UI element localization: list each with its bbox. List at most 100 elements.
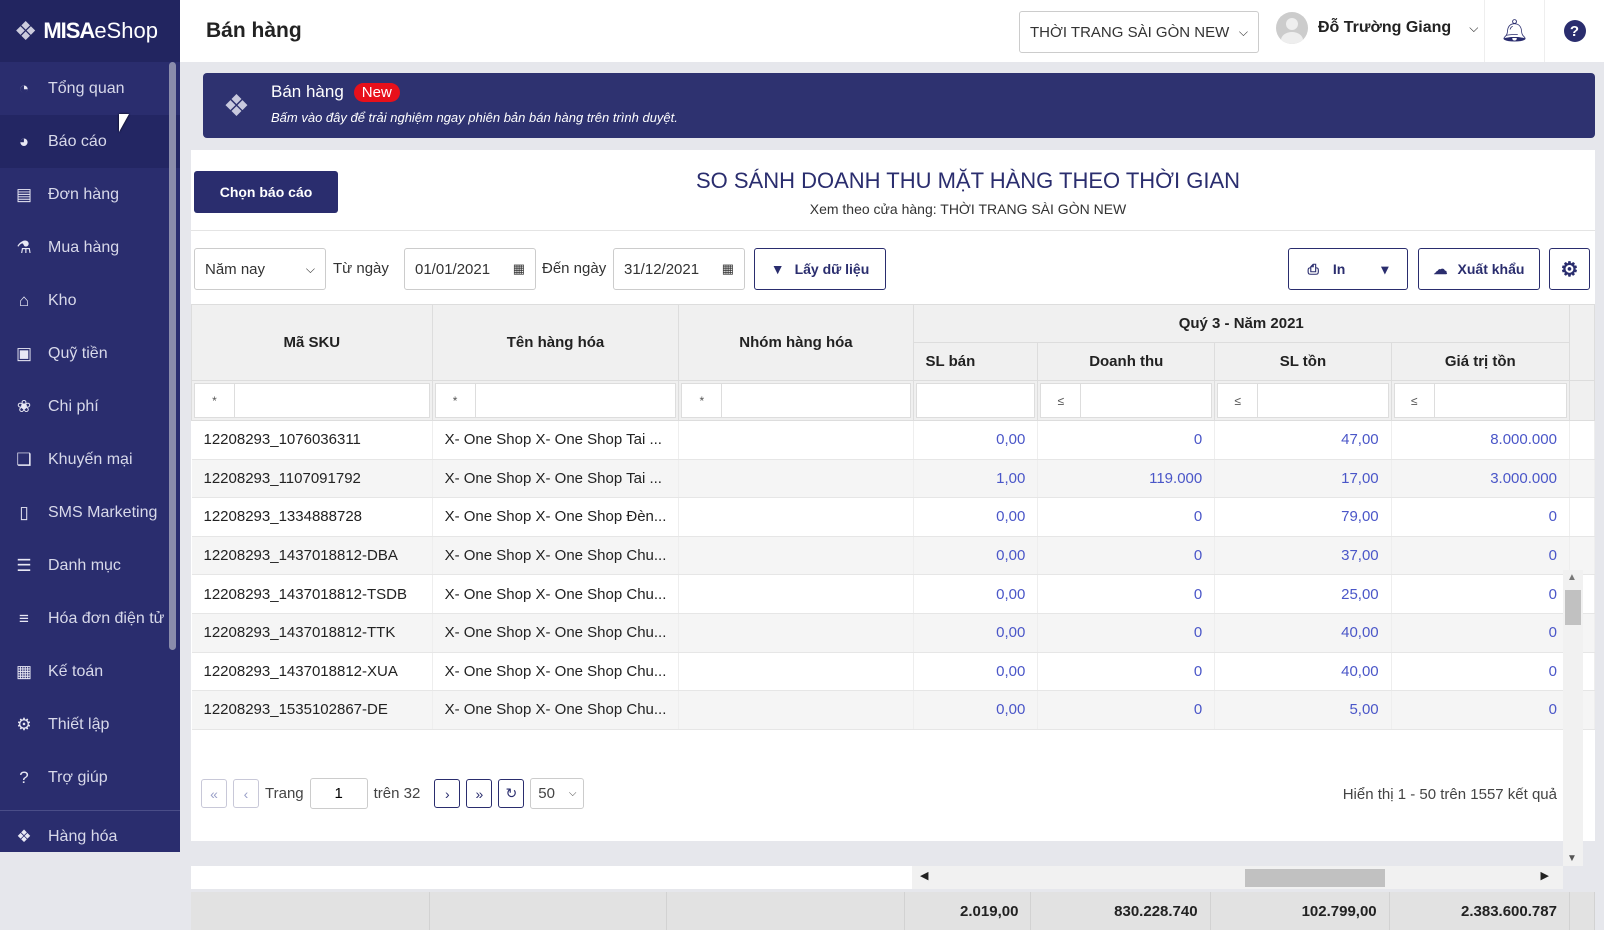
cell-revenue: 0	[1037, 613, 1216, 653]
next-page-button[interactable]: ›	[434, 779, 461, 808]
prev-page-button[interactable]: ‹	[233, 779, 259, 808]
sidebar-item-label: Trợ giúp	[48, 768, 108, 786]
last-page-button[interactable]: »	[466, 779, 493, 808]
settings-button[interactable]: ⚙	[1549, 248, 1590, 290]
sidebar-item-0[interactable]: ◔ Tổng quan	[0, 62, 180, 115]
sidebar-item-9[interactable]: ☰ Danh mục	[0, 539, 180, 592]
grid-spacer	[191, 866, 912, 889]
sidebar-item-11[interactable]: ▦ Kế toán	[0, 645, 180, 698]
new-sales-banner[interactable]: ❖ Bán hàng New Bấm vào đây để trải nghiệm…	[203, 73, 1595, 138]
logo[interactable]: ❖ MISAeShop	[0, 0, 180, 62]
refresh-button[interactable]: ↻	[498, 779, 525, 808]
table-row[interactable]: 12208293_1535102867-DE X- One Shop X- One…	[191, 690, 1596, 730]
sidebar-item-7[interactable]: ❑ Khuyến mại	[0, 433, 180, 486]
fetch-data-button[interactable]: ▼ Lấy dữ liệu	[754, 248, 886, 290]
name-filter[interactable]: *	[434, 383, 677, 418]
sidebar-item-label: Kế toán	[48, 662, 104, 680]
page-input[interactable]	[309, 778, 368, 809]
scroll-up-icon[interactable]: ▲	[1567, 572, 1577, 583]
filter-operator[interactable]: *	[436, 384, 476, 417]
scroll-down-icon[interactable]: ▼	[1567, 853, 1577, 864]
filter-operator[interactable]: *	[195, 384, 235, 417]
notification-button[interactable]: 🔔︎	[1484, 0, 1544, 62]
order-icon: ▤	[15, 184, 33, 204]
period-value: Năm nay	[205, 260, 266, 278]
col-header-stock[interactable]: SL tồn	[1214, 342, 1392, 381]
divider	[191, 230, 1595, 231]
col-header-sku[interactable]: Mã SKU	[191, 304, 433, 381]
mouse-cursor-icon	[119, 114, 129, 132]
sidebar-item-1[interactable]: ◕ Báo cáo	[0, 115, 180, 168]
help-icon: ?	[19, 767, 29, 787]
sidebar-item-14[interactable]: ❖ Hàng hóa	[0, 810, 180, 863]
table-row[interactable]: 12208293_1334888728 X- One Shop X- One Sh…	[191, 497, 1596, 537]
sku-filter[interactable]: *	[194, 383, 430, 418]
table-row[interactable]: 12208293_1076036311 X- One Shop X- One Sh…	[191, 420, 1596, 460]
period-select[interactable]: Năm nay ⌵	[194, 248, 326, 290]
cell-group	[678, 574, 914, 614]
stock-value-filter[interactable]: ≤	[1393, 383, 1567, 418]
export-button[interactable]: ☁ Xuất khẩu	[1418, 248, 1540, 290]
sidebar-item-5[interactable]: ▣ Quỹ tiền	[0, 327, 180, 380]
col-header-revenue[interactable]: Doanh thu	[1037, 342, 1216, 381]
to-date-input[interactable]: 31/12/2021 ▦	[613, 248, 745, 290]
avatar	[1276, 12, 1308, 44]
cell-group	[678, 536, 914, 576]
sidebar-scrollbar[interactable]	[169, 62, 176, 650]
list-icon: ☰	[16, 555, 32, 575]
print-button[interactable]: ⎙ In ▾	[1288, 248, 1408, 290]
sidebar-item-13[interactable]: ? Trợ giúp	[0, 751, 180, 804]
to-date-value: 31/12/2021	[624, 260, 700, 278]
scroll-left-icon[interactable]: ◀	[920, 869, 928, 882]
table-row[interactable]: 12208293_1437018812-XUA X- One Shop X- On…	[191, 652, 1596, 692]
help-icon: ?	[1563, 20, 1586, 42]
sidebar-item-3[interactable]: ⚗ Mua hàng	[0, 221, 180, 274]
col-header-qty[interactable]: SL bán	[912, 342, 1039, 381]
calendar-icon: ▦	[721, 261, 734, 276]
sidebar-item-8[interactable]: ▯ SMS Marketing	[0, 486, 180, 539]
sidebar-item-label: Báo cáo	[48, 132, 107, 150]
group-filter[interactable]: *	[681, 383, 911, 418]
help-button[interactable]: ?	[1544, 0, 1604, 62]
scroll-right-icon[interactable]: ▶	[1541, 869, 1549, 882]
filter-operator[interactable]: ≤	[1218, 384, 1259, 417]
user-menu[interactable]: Đỗ Trường Giang ⌵	[1276, 12, 1478, 44]
table-row[interactable]: 12208293_1437018812-TTK X- One Shop X- On…	[191, 613, 1596, 653]
sidebar-item-10[interactable]: ≡ Hóa đơn điện tử	[0, 592, 180, 645]
col-header-name[interactable]: Tên hàng hóa	[431, 304, 680, 381]
cart-icon: ⚗	[16, 237, 32, 257]
vertical-scroll-thumb[interactable]	[1565, 590, 1581, 625]
qty-filter[interactable]	[915, 383, 1036, 418]
chevron-down-icon: ⌵	[305, 261, 315, 276]
filter-operator[interactable]: ≤	[1041, 384, 1082, 417]
col-header-group[interactable]: Nhóm hàng hóa	[678, 304, 914, 381]
cloud-download-icon: ☁	[1433, 260, 1448, 277]
revenue-filter[interactable]: ≤	[1040, 383, 1213, 418]
vertical-scrollbar[interactable]: ▲ ▼	[1563, 570, 1583, 866]
cell-group	[678, 497, 914, 537]
sidebar-item-label: Đơn hàng	[48, 185, 119, 203]
sidebar-item-12[interactable]: ⚙ Thiết lập	[0, 698, 180, 751]
col-header-stock-value[interactable]: Giá trị tồn	[1390, 342, 1570, 381]
top-header: Bán hàng THỜI TRANG SÀI GÒN NEW ⌵ Đỗ Trư…	[180, 0, 1604, 62]
sidebar-item-4[interactable]: ⌂ Kho	[0, 274, 180, 327]
from-date-input[interactable]: 01/01/2021 ▦	[404, 248, 536, 290]
cell-stock: 40,00	[1214, 613, 1392, 653]
table-row[interactable]: 12208293_1437018812-TSDB X- One Shop X- O…	[191, 574, 1596, 614]
page-size-select[interactable]: 50 ⌵	[530, 778, 585, 809]
sidebar-item-6[interactable]: ❀ Chi phí	[0, 380, 180, 433]
cell-name: X- One Shop X- One Shop Chu...	[432, 613, 680, 653]
filter-operator[interactable]: ≤	[1395, 384, 1435, 417]
stock-filter[interactable]: ≤	[1217, 383, 1389, 418]
table-row[interactable]: 12208293_1437018812-DBA X- One Shop X- On…	[191, 536, 1596, 576]
horizontal-scrollbar[interactable]: ◀ ▶	[912, 866, 1563, 889]
table-row[interactable]: 12208293_1107091792 X- One Shop X- One Sh…	[191, 459, 1596, 499]
cell-sku: 12208293_1437018812-XUA	[191, 652, 433, 692]
col-header-period: Quý 3 - Năm 2021	[912, 304, 1570, 343]
filter-operator[interactable]: *	[682, 384, 723, 417]
horizontal-scroll-thumb[interactable]	[1245, 869, 1385, 887]
sidebar-item-2[interactable]: ▤ Đơn hàng	[0, 168, 180, 221]
store-select[interactable]: THỜI TRANG SÀI GÒN NEW ⌵	[1019, 11, 1259, 53]
first-page-button[interactable]: «	[201, 779, 227, 808]
cell-revenue: 0	[1037, 536, 1216, 576]
